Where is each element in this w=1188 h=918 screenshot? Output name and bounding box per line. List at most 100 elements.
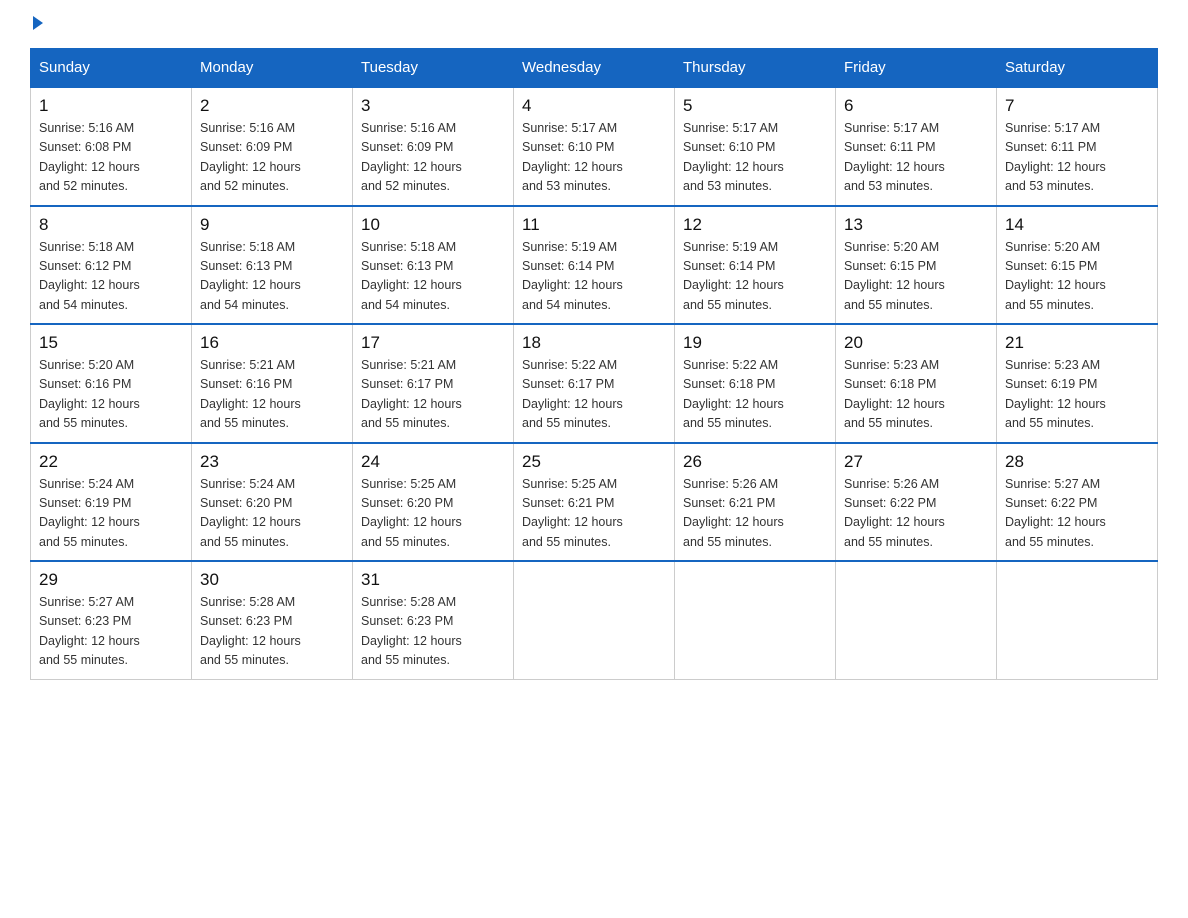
logo <box>30 20 43 30</box>
calendar-cell <box>836 561 997 679</box>
calendar-cell: 11 Sunrise: 5:19 AM Sunset: 6:14 PM Dayl… <box>514 206 675 325</box>
calendar-cell: 25 Sunrise: 5:25 AM Sunset: 6:21 PM Dayl… <box>514 443 675 562</box>
calendar-cell: 14 Sunrise: 5:20 AM Sunset: 6:15 PM Dayl… <box>997 206 1158 325</box>
calendar-week-row: 1 Sunrise: 5:16 AM Sunset: 6:08 PM Dayli… <box>31 87 1158 206</box>
day-number: 2 <box>200 96 344 116</box>
calendar-header-friday: Friday <box>836 49 997 88</box>
day-number: 17 <box>361 333 505 353</box>
day-info: Sunrise: 5:27 AM Sunset: 6:23 PM Dayligh… <box>39 593 183 671</box>
day-number: 7 <box>1005 96 1149 116</box>
calendar-cell: 12 Sunrise: 5:19 AM Sunset: 6:14 PM Dayl… <box>675 206 836 325</box>
day-number: 13 <box>844 215 988 235</box>
calendar-header-tuesday: Tuesday <box>353 49 514 88</box>
day-info: Sunrise: 5:26 AM Sunset: 6:21 PM Dayligh… <box>683 475 827 553</box>
calendar-cell: 7 Sunrise: 5:17 AM Sunset: 6:11 PM Dayli… <box>997 87 1158 206</box>
day-number: 6 <box>844 96 988 116</box>
page-header <box>30 20 1158 30</box>
calendar-cell: 31 Sunrise: 5:28 AM Sunset: 6:23 PM Dayl… <box>353 561 514 679</box>
calendar-cell: 24 Sunrise: 5:25 AM Sunset: 6:20 PM Dayl… <box>353 443 514 562</box>
day-number: 16 <box>200 333 344 353</box>
day-number: 25 <box>522 452 666 472</box>
day-number: 27 <box>844 452 988 472</box>
calendar-cell: 22 Sunrise: 5:24 AM Sunset: 6:19 PM Dayl… <box>31 443 192 562</box>
day-info: Sunrise: 5:17 AM Sunset: 6:10 PM Dayligh… <box>522 119 666 197</box>
day-info: Sunrise: 5:17 AM Sunset: 6:11 PM Dayligh… <box>844 119 988 197</box>
day-info: Sunrise: 5:28 AM Sunset: 6:23 PM Dayligh… <box>361 593 505 671</box>
calendar-week-row: 29 Sunrise: 5:27 AM Sunset: 6:23 PM Dayl… <box>31 561 1158 679</box>
calendar-header-wednesday: Wednesday <box>514 49 675 88</box>
calendar-cell <box>514 561 675 679</box>
calendar-cell <box>997 561 1158 679</box>
day-number: 26 <box>683 452 827 472</box>
day-number: 5 <box>683 96 827 116</box>
day-number: 15 <box>39 333 183 353</box>
calendar-cell: 6 Sunrise: 5:17 AM Sunset: 6:11 PM Dayli… <box>836 87 997 206</box>
calendar-cell: 29 Sunrise: 5:27 AM Sunset: 6:23 PM Dayl… <box>31 561 192 679</box>
day-info: Sunrise: 5:18 AM Sunset: 6:12 PM Dayligh… <box>39 238 183 316</box>
day-number: 18 <box>522 333 666 353</box>
day-number: 30 <box>200 570 344 590</box>
day-info: Sunrise: 5:19 AM Sunset: 6:14 PM Dayligh… <box>683 238 827 316</box>
day-number: 21 <box>1005 333 1149 353</box>
calendar-cell: 20 Sunrise: 5:23 AM Sunset: 6:18 PM Dayl… <box>836 324 997 443</box>
day-number: 10 <box>361 215 505 235</box>
calendar-cell: 2 Sunrise: 5:16 AM Sunset: 6:09 PM Dayli… <box>192 87 353 206</box>
day-number: 12 <box>683 215 827 235</box>
logo-arrow-icon <box>33 16 43 30</box>
day-number: 28 <box>1005 452 1149 472</box>
calendar-cell: 30 Sunrise: 5:28 AM Sunset: 6:23 PM Dayl… <box>192 561 353 679</box>
calendar-cell: 13 Sunrise: 5:20 AM Sunset: 6:15 PM Dayl… <box>836 206 997 325</box>
day-number: 20 <box>844 333 988 353</box>
calendar-cell: 9 Sunrise: 5:18 AM Sunset: 6:13 PM Dayli… <box>192 206 353 325</box>
day-info: Sunrise: 5:23 AM Sunset: 6:18 PM Dayligh… <box>844 356 988 434</box>
calendar-week-row: 15 Sunrise: 5:20 AM Sunset: 6:16 PM Dayl… <box>31 324 1158 443</box>
day-number: 22 <box>39 452 183 472</box>
calendar-header-saturday: Saturday <box>997 49 1158 88</box>
calendar-week-row: 8 Sunrise: 5:18 AM Sunset: 6:12 PM Dayli… <box>31 206 1158 325</box>
calendar-cell: 5 Sunrise: 5:17 AM Sunset: 6:10 PM Dayli… <box>675 87 836 206</box>
day-info: Sunrise: 5:26 AM Sunset: 6:22 PM Dayligh… <box>844 475 988 553</box>
calendar-cell: 8 Sunrise: 5:18 AM Sunset: 6:12 PM Dayli… <box>31 206 192 325</box>
calendar-header-thursday: Thursday <box>675 49 836 88</box>
day-info: Sunrise: 5:20 AM Sunset: 6:16 PM Dayligh… <box>39 356 183 434</box>
calendar-cell: 16 Sunrise: 5:21 AM Sunset: 6:16 PM Dayl… <box>192 324 353 443</box>
day-info: Sunrise: 5:18 AM Sunset: 6:13 PM Dayligh… <box>361 238 505 316</box>
day-info: Sunrise: 5:28 AM Sunset: 6:23 PM Dayligh… <box>200 593 344 671</box>
calendar-table: SundayMondayTuesdayWednesdayThursdayFrid… <box>30 48 1158 680</box>
calendar-header-row: SundayMondayTuesdayWednesdayThursdayFrid… <box>31 49 1158 88</box>
calendar-cell: 10 Sunrise: 5:18 AM Sunset: 6:13 PM Dayl… <box>353 206 514 325</box>
calendar-cell: 21 Sunrise: 5:23 AM Sunset: 6:19 PM Dayl… <box>997 324 1158 443</box>
day-info: Sunrise: 5:22 AM Sunset: 6:18 PM Dayligh… <box>683 356 827 434</box>
day-number: 8 <box>39 215 183 235</box>
calendar-cell: 17 Sunrise: 5:21 AM Sunset: 6:17 PM Dayl… <box>353 324 514 443</box>
calendar-cell: 1 Sunrise: 5:16 AM Sunset: 6:08 PM Dayli… <box>31 87 192 206</box>
logo-blue-text <box>30 20 43 30</box>
calendar-cell: 19 Sunrise: 5:22 AM Sunset: 6:18 PM Dayl… <box>675 324 836 443</box>
day-info: Sunrise: 5:25 AM Sunset: 6:21 PM Dayligh… <box>522 475 666 553</box>
day-info: Sunrise: 5:24 AM Sunset: 6:20 PM Dayligh… <box>200 475 344 553</box>
day-info: Sunrise: 5:20 AM Sunset: 6:15 PM Dayligh… <box>844 238 988 316</box>
calendar-cell: 28 Sunrise: 5:27 AM Sunset: 6:22 PM Dayl… <box>997 443 1158 562</box>
calendar-week-row: 22 Sunrise: 5:24 AM Sunset: 6:19 PM Dayl… <box>31 443 1158 562</box>
day-info: Sunrise: 5:21 AM Sunset: 6:16 PM Dayligh… <box>200 356 344 434</box>
day-info: Sunrise: 5:27 AM Sunset: 6:22 PM Dayligh… <box>1005 475 1149 553</box>
day-info: Sunrise: 5:17 AM Sunset: 6:11 PM Dayligh… <box>1005 119 1149 197</box>
calendar-cell <box>675 561 836 679</box>
day-info: Sunrise: 5:17 AM Sunset: 6:10 PM Dayligh… <box>683 119 827 197</box>
day-info: Sunrise: 5:16 AM Sunset: 6:09 PM Dayligh… <box>361 119 505 197</box>
calendar-cell: 23 Sunrise: 5:24 AM Sunset: 6:20 PM Dayl… <box>192 443 353 562</box>
day-info: Sunrise: 5:22 AM Sunset: 6:17 PM Dayligh… <box>522 356 666 434</box>
calendar-cell: 27 Sunrise: 5:26 AM Sunset: 6:22 PM Dayl… <box>836 443 997 562</box>
day-number: 11 <box>522 215 666 235</box>
calendar-cell: 4 Sunrise: 5:17 AM Sunset: 6:10 PM Dayli… <box>514 87 675 206</box>
day-info: Sunrise: 5:19 AM Sunset: 6:14 PM Dayligh… <box>522 238 666 316</box>
day-number: 24 <box>361 452 505 472</box>
calendar-cell: 18 Sunrise: 5:22 AM Sunset: 6:17 PM Dayl… <box>514 324 675 443</box>
calendar-header-monday: Monday <box>192 49 353 88</box>
calendar-header-sunday: Sunday <box>31 49 192 88</box>
calendar-cell: 15 Sunrise: 5:20 AM Sunset: 6:16 PM Dayl… <box>31 324 192 443</box>
day-number: 1 <box>39 96 183 116</box>
day-number: 29 <box>39 570 183 590</box>
day-number: 19 <box>683 333 827 353</box>
day-info: Sunrise: 5:18 AM Sunset: 6:13 PM Dayligh… <box>200 238 344 316</box>
